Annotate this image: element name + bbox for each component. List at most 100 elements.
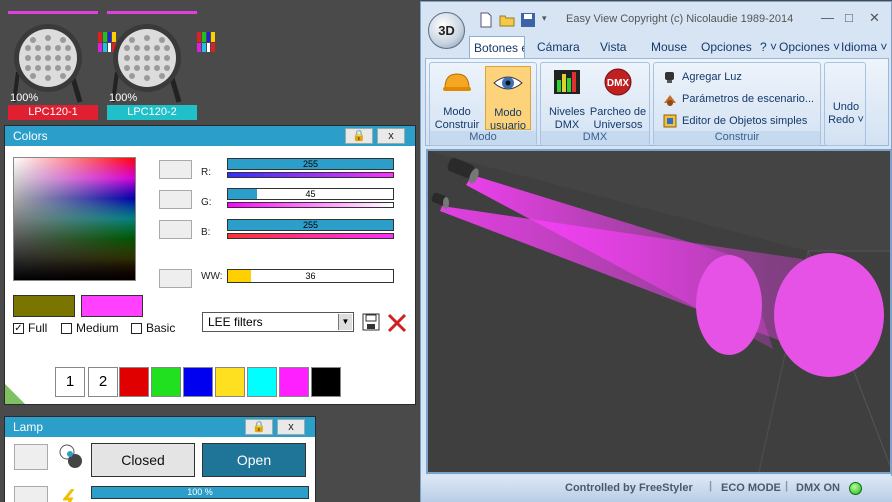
palette-blue[interactable] xyxy=(183,367,213,397)
fixture-name: LPC120-1 xyxy=(8,105,98,120)
palette-number-2[interactable]: 2 xyxy=(88,367,118,397)
channel-ww-fill xyxy=(228,270,252,282)
palette-yellow[interactable] xyxy=(215,367,245,397)
check-full[interactable]: ✓ Full xyxy=(13,321,47,335)
dmx-status-led-icon xyxy=(849,482,862,495)
palette-cyan[interactable] xyxy=(247,367,277,397)
window-titlebar[interactable]: 3D ▾ Easy View Copyright (c) Nicolaudie … xyxy=(421,2,891,49)
check-medium[interactable]: Medium xyxy=(61,321,119,335)
fixture-selection-bar xyxy=(8,11,98,14)
modo-usuario-button[interactable]: Modo usuario xyxy=(485,66,531,132)
tab-opciones[interactable]: Opciones xyxy=(701,36,752,58)
parametros-label: Parámetros de escenario... xyxy=(682,93,815,105)
modo-usuario-line1: Modo xyxy=(494,107,522,119)
channel-g-slider[interactable]: 45 xyxy=(227,188,394,200)
save-icon[interactable] xyxy=(520,12,536,28)
fixture-name: LPC120-2 xyxy=(107,105,197,120)
menu-idioma[interactable]: Idioma ˅ xyxy=(841,36,887,58)
maximize-button[interactable]: □ xyxy=(845,10,853,25)
panel-title: Lamp xyxy=(13,420,44,434)
group-dmx: Niveles DMX DMX Parcheo de Universos DMX xyxy=(540,62,650,146)
close-window-button[interactable]: ✕ xyxy=(869,10,880,26)
modo-construir-line1: Modo xyxy=(443,106,471,118)
tab-camara[interactable]: Cámara xyxy=(537,36,580,58)
palette-number-1[interactable]: 1 xyxy=(55,367,85,397)
channel-ww-slider[interactable]: 36 xyxy=(227,269,394,283)
color-swatch-current[interactable] xyxy=(13,295,75,317)
color-spectrum-picker[interactable] xyxy=(13,157,136,281)
dmx-icon: DMX xyxy=(604,68,632,96)
save-icon[interactable] xyxy=(362,313,380,331)
channel-ww-button[interactable] xyxy=(159,269,192,288)
fixture-percent: 100% xyxy=(10,92,39,104)
colors-panel-titlebar[interactable]: Colors 🔒 x xyxy=(5,126,415,146)
dimmer-slider[interactable]: 100 % xyxy=(91,486,309,499)
editor-objetos-button[interactable]: Editor de Objetos simples xyxy=(662,113,807,129)
filter-select-value: LEE filters xyxy=(208,315,263,329)
group-modo: Modo Construir Modo usuario Modo xyxy=(429,62,537,146)
color-swatch-target[interactable] xyxy=(81,295,143,317)
status-eco: ECO MODE xyxy=(721,482,781,494)
eye-icon xyxy=(493,76,523,90)
resize-grip-icon[interactable] xyxy=(5,384,25,404)
dimmer-value: 100 % xyxy=(187,487,213,497)
panel-title: Colors xyxy=(13,129,48,143)
parcheo-line1: Parcheo de xyxy=(589,106,647,118)
modo-construir-button[interactable]: Modo Construir xyxy=(433,66,481,132)
lock-icon[interactable]: 🔒 xyxy=(345,128,373,144)
check-basic[interactable]: Basic xyxy=(131,321,175,335)
channel-r-value: 255 xyxy=(302,159,319,169)
menu-help[interactable]: ? ˅ xyxy=(760,36,777,58)
stage-scene xyxy=(428,151,890,472)
lamp-panel-titlebar[interactable]: Lamp 🔒 x xyxy=(5,417,315,437)
app-orb-button[interactable]: 3D xyxy=(428,12,465,49)
parcheo-universos-button[interactable]: DMX Parcheo de Universos xyxy=(589,66,647,132)
filter-select[interactable]: LEE filters ▼ xyxy=(202,312,354,332)
palette-magenta[interactable] xyxy=(279,367,309,397)
palette-red[interactable] xyxy=(119,367,149,397)
open-button[interactable]: Open xyxy=(202,443,306,477)
channel-g-label: G: xyxy=(201,197,212,208)
objects-icon xyxy=(663,114,677,128)
status-separator: | xyxy=(785,480,789,492)
tab-vista[interactable]: Vista xyxy=(600,36,626,58)
3d-viewport[interactable] xyxy=(426,149,892,474)
open-folder-icon[interactable] xyxy=(499,12,515,28)
channel-r-label: R: xyxy=(201,167,211,178)
channel-r-button[interactable] xyxy=(159,160,192,179)
check-medium-label: Medium xyxy=(76,321,119,335)
minimize-button[interactable]: — xyxy=(821,10,834,25)
new-file-icon[interactable] xyxy=(478,12,494,28)
channel-r-slider[interactable]: 255 xyxy=(227,158,394,170)
channel-g-button[interactable] xyxy=(159,190,192,209)
lock-icon[interactable]: 🔒 xyxy=(245,419,273,435)
scene-icon xyxy=(664,95,676,106)
shutter-toggle-button[interactable] xyxy=(14,444,48,470)
lamp-panel: Lamp 🔒 x Closed Open 100 % xyxy=(4,416,316,502)
niveles-dmx-line1: Niveles xyxy=(548,106,586,118)
channel-r-gradient xyxy=(227,172,394,178)
parametros-escenario-button[interactable]: Parámetros de escenario... xyxy=(662,91,814,107)
channel-b-button[interactable] xyxy=(159,220,192,239)
group-construir: Agregar Luz Parámetros de escenario... E… xyxy=(653,62,821,146)
menu-opciones[interactable]: Opciones ˅ xyxy=(779,36,840,58)
group-undo: Undo Redo ˅ xyxy=(824,62,866,146)
undo-redo-button[interactable]: Undo Redo ˅ xyxy=(827,101,865,127)
tab-mouse[interactable]: Mouse xyxy=(651,36,687,58)
fixture-lpc120-1[interactable]: 100% LPC120-1 xyxy=(8,8,116,124)
shutter-icon xyxy=(59,444,82,468)
closed-button[interactable]: Closed xyxy=(91,443,195,477)
tab-botones[interactable]: Botones e xyxy=(469,36,525,58)
niveles-dmx-button[interactable]: Niveles DMX xyxy=(545,66,589,132)
close-button[interactable]: x xyxy=(377,128,405,144)
close-button[interactable]: x xyxy=(277,419,305,435)
delete-icon[interactable] xyxy=(386,312,408,334)
agregar-luz-button[interactable]: Agregar Luz xyxy=(662,69,742,85)
channel-b-slider[interactable]: 255 xyxy=(227,219,394,231)
svg-text:DMX: DMX xyxy=(607,78,630,89)
quick-access-dropdown-icon[interactable]: ▾ xyxy=(542,13,547,24)
palette-green[interactable] xyxy=(151,367,181,397)
dimmer-toggle-button[interactable] xyxy=(14,486,48,502)
palette-black[interactable] xyxy=(311,367,341,397)
fixture-lpc120-2[interactable]: 100% LPC120-2 xyxy=(107,8,215,124)
